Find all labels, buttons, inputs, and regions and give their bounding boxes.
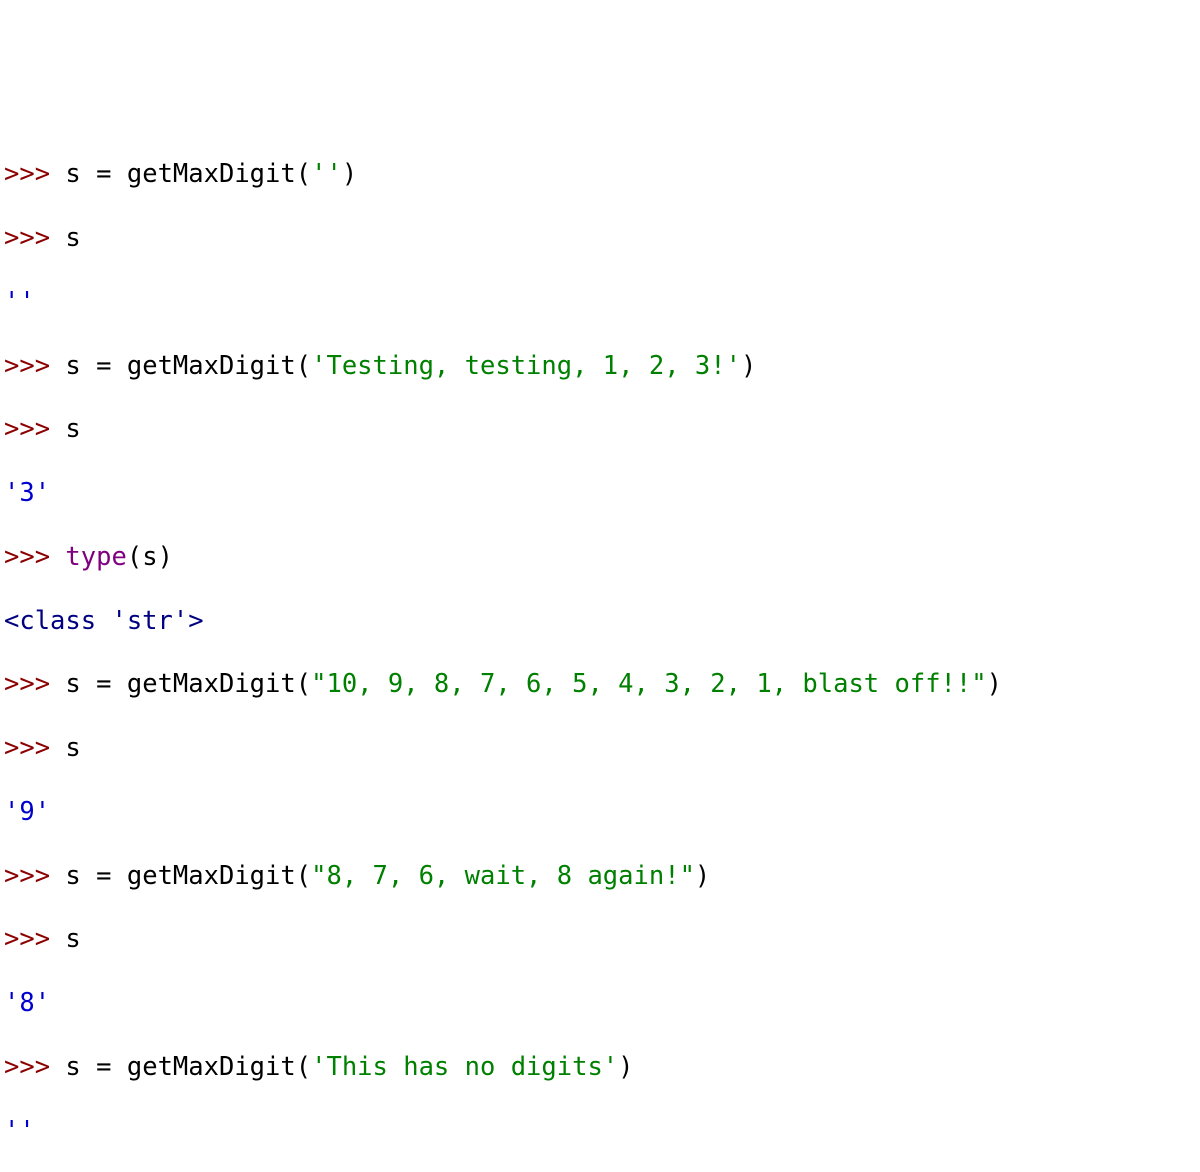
repl-line: >>> s = getMaxDigit('This has no digits'… xyxy=(4,1052,1196,1084)
close-paren: ) xyxy=(158,542,173,572)
assign-operator: = xyxy=(96,861,127,891)
close-paren: ) xyxy=(618,1052,633,1082)
assign-operator: = xyxy=(96,159,127,189)
close-paren: ) xyxy=(987,669,1002,699)
close-paren: ) xyxy=(741,351,756,381)
assign-operator: = xyxy=(96,669,127,699)
open-paren: ( xyxy=(296,861,311,891)
output-type: <class 'str'> xyxy=(4,606,204,636)
variable-s: s xyxy=(65,861,96,891)
repl-line: >>> s = getMaxDigit("10, 9, 8, 7, 6, 5, … xyxy=(4,669,1196,701)
string-literal: '' xyxy=(311,159,342,189)
string-literal: 'Testing, testing, 1, 2, 3!' xyxy=(311,351,741,381)
repl-line: >>> s xyxy=(4,223,1196,255)
repl-output: '' xyxy=(4,1116,1196,1148)
function-name: getMaxDigit xyxy=(127,669,296,699)
repl-prompt: >>> xyxy=(4,351,65,381)
repl-output: '8' xyxy=(4,988,1196,1020)
string-literal: "8, 7, 6, wait, 8 again!" xyxy=(311,861,695,891)
string-literal: "10, 9, 8, 7, 6, 5, 4, 3, 2, 1, blast of… xyxy=(311,669,987,699)
repl-prompt: >>> xyxy=(4,1052,65,1082)
repl-line: >>> s xyxy=(4,414,1196,446)
function-name: getMaxDigit xyxy=(127,351,296,381)
function-name: getMaxDigit xyxy=(127,861,296,891)
repl-line: >>> s = getMaxDigit('') xyxy=(4,159,1196,191)
output-string: '' xyxy=(4,287,35,317)
function-name: getMaxDigit xyxy=(127,159,296,189)
repl-prompt: >>> xyxy=(4,414,65,444)
repl-output: '' xyxy=(4,287,1196,319)
open-paren: ( xyxy=(296,351,311,381)
python-repl[interactable]: >>> s = getMaxDigit('') >>> s '' >>> s =… xyxy=(0,128,1200,1172)
function-name: getMaxDigit xyxy=(127,1052,296,1082)
repl-line: >>> s = getMaxDigit('Testing, testing, 1… xyxy=(4,351,1196,383)
close-paren: ) xyxy=(695,861,710,891)
variable-s: s xyxy=(65,351,96,381)
string-literal: 'This has no digits' xyxy=(311,1052,618,1082)
repl-line: >>> s = getMaxDigit("8, 7, 6, wait, 8 ag… xyxy=(4,861,1196,893)
variable-s: s xyxy=(65,414,80,444)
repl-prompt: >>> xyxy=(4,733,65,763)
repl-prompt: >>> xyxy=(4,223,65,253)
open-paren: ( xyxy=(296,1052,311,1082)
variable-s: s xyxy=(65,1052,96,1082)
assign-operator: = xyxy=(96,1052,127,1082)
repl-prompt: >>> xyxy=(4,924,65,954)
open-paren: ( xyxy=(296,159,311,189)
repl-prompt: >>> xyxy=(4,861,65,891)
repl-output: '9' xyxy=(4,797,1196,829)
output-string: '8' xyxy=(4,988,50,1018)
repl-prompt: >>> xyxy=(4,159,65,189)
repl-prompt: >>> xyxy=(4,669,65,699)
open-paren: ( xyxy=(296,669,311,699)
repl-line: >>> type(s) xyxy=(4,542,1196,574)
variable-s: s xyxy=(65,159,96,189)
repl-output: '3' xyxy=(4,478,1196,510)
output-string: '' xyxy=(4,1116,35,1146)
variable-s: s xyxy=(65,924,80,954)
close-paren: ) xyxy=(342,159,357,189)
output-string: '9' xyxy=(4,797,50,827)
repl-line: >>> s xyxy=(4,924,1196,956)
repl-prompt: >>> xyxy=(4,542,65,572)
repl-output: <class 'str'> xyxy=(4,606,1196,638)
variable-s: s xyxy=(65,733,80,763)
output-string: '3' xyxy=(4,478,50,508)
repl-line: >>> s xyxy=(4,733,1196,765)
variable-s: s xyxy=(65,223,80,253)
variable-s: s xyxy=(142,542,157,572)
assign-operator: = xyxy=(96,351,127,381)
variable-s: s xyxy=(65,669,96,699)
builtin-type: type xyxy=(65,542,126,572)
open-paren: ( xyxy=(127,542,142,572)
